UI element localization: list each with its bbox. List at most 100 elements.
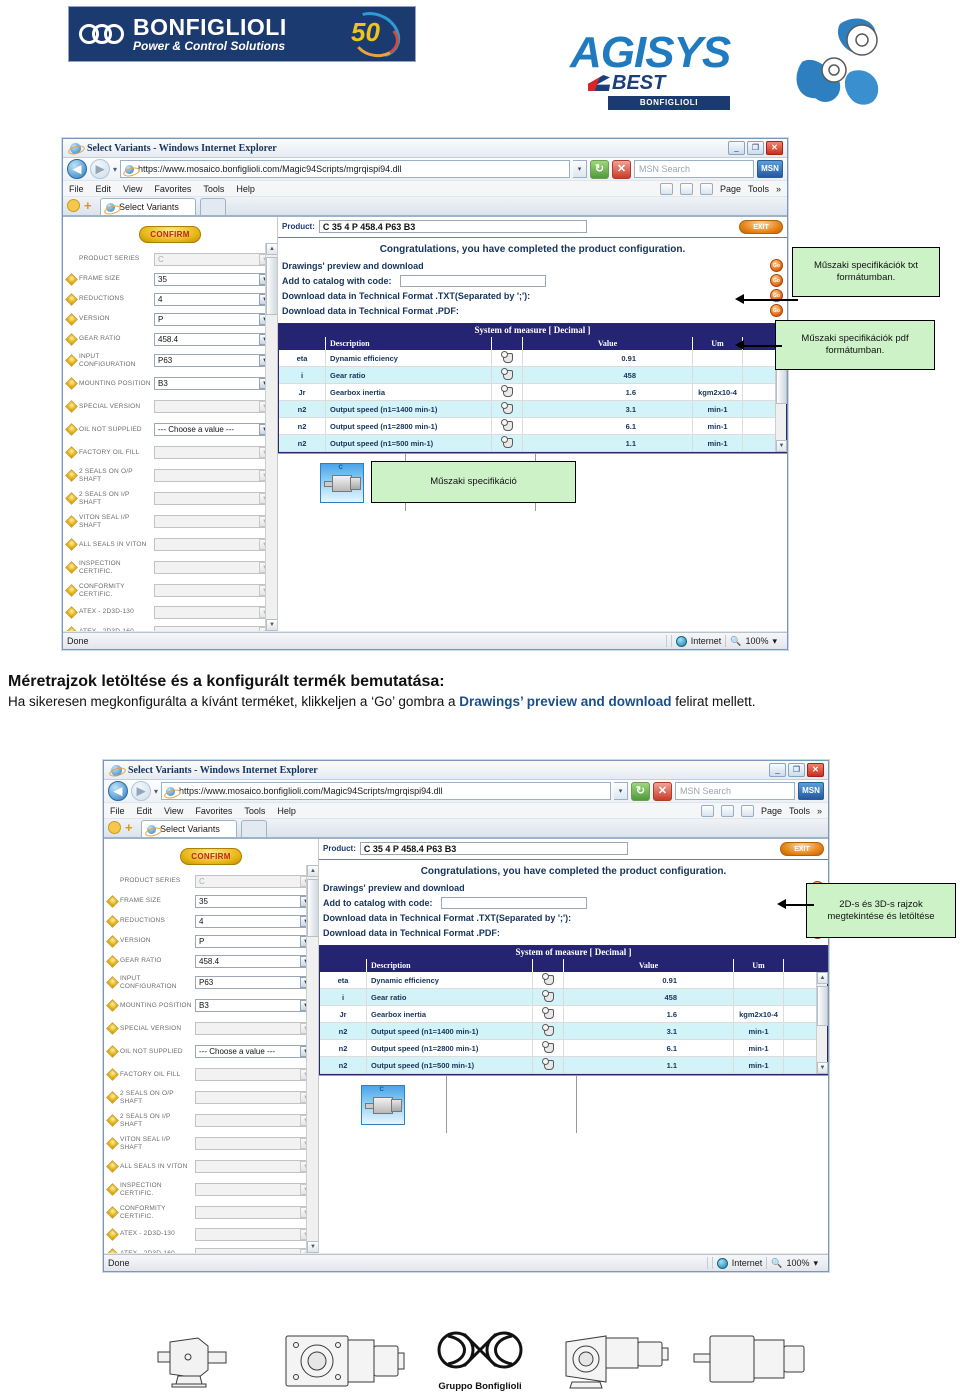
config-select-viton-seal-ip[interactable]: ▼	[154, 515, 273, 528]
config-select-reductions[interactable]: 4 ▼	[195, 914, 314, 928]
scroll-up-icon[interactable]: ▲	[266, 243, 277, 255]
zoom-dropdown-icon[interactable]: ▾	[813, 1258, 818, 1269]
menu-item-file[interactable]: File	[69, 184, 84, 194]
feeds-icon[interactable]	[720, 804, 734, 817]
confirm-button[interactable]: CONFIRM	[180, 848, 242, 865]
config-select-reductions[interactable]: 4 ▼	[154, 292, 273, 306]
menu-item-view[interactable]: View	[164, 806, 183, 816]
config-select-special-version[interactable]: ▼	[195, 1022, 314, 1035]
minimize-button[interactable]: _	[728, 141, 745, 155]
address-bar[interactable]: https://www.mosaico.bonfiglioli.com/Magi…	[120, 160, 570, 178]
cell-icon[interactable]	[533, 989, 564, 1005]
config-select-2-seals-op[interactable]: ▼	[195, 1091, 314, 1104]
product-code-field[interactable]: C 35 4 P 458.4 P63 B3	[318, 220, 587, 233]
maximize-button[interactable]: ❐	[747, 141, 764, 155]
menu-item-edit[interactable]: Edit	[96, 184, 112, 194]
menu-item-file[interactable]: File	[110, 806, 125, 816]
config-select-factory-oil-fill[interactable]: ▼	[154, 446, 273, 459]
msn-search-button[interactable]: MSN	[757, 160, 783, 178]
scroll-up-icon[interactable]: ▲	[307, 865, 318, 877]
config-select-2-seals-ip[interactable]: ▼	[195, 1114, 314, 1127]
config-select-atex-2d3d-130[interactable]: ▼	[195, 1227, 314, 1241]
window-controls[interactable]: _ ❐ ✕	[728, 141, 785, 155]
config-select-2-seals-ip[interactable]: ▼	[154, 492, 273, 505]
favorites-star-icon[interactable]	[108, 821, 121, 834]
address-dropdown-icon[interactable]: ▾	[614, 782, 628, 800]
home-icon[interactable]	[659, 182, 673, 195]
config-select-frame-size[interactable]: 35 ▼	[195, 894, 314, 908]
menu-item-page[interactable]: Page	[720, 184, 741, 194]
forward-button[interactable]: ▶	[131, 781, 151, 801]
config-select-special-version[interactable]: ▼	[154, 400, 273, 413]
scroll-down-icon[interactable]: ▼	[266, 619, 277, 631]
back-button[interactable]: ◀	[108, 781, 128, 801]
add-favorite-icon[interactable]: +	[125, 821, 137, 834]
cell-icon[interactable]	[492, 367, 523, 383]
forward-button[interactable]: ▶	[90, 159, 110, 179]
cell-icon[interactable]	[492, 418, 523, 434]
config-select-gear-ratio[interactable]: 458.4 ▼	[195, 954, 314, 968]
thumbnail-cell[interactable]: C	[319, 1076, 447, 1133]
search-input[interactable]: MSN Search	[675, 782, 795, 800]
menu-item-view[interactable]: View	[123, 184, 142, 194]
table-scrollbar[interactable]: ▲ ▼	[816, 972, 828, 1074]
config-panel-scrollbar[interactable]: ▲ ▼	[265, 243, 277, 631]
catalog-code-input[interactable]	[399, 274, 546, 287]
scroll-down-icon[interactable]: ▼	[307, 1241, 318, 1253]
new-tab-button[interactable]	[240, 820, 267, 837]
refresh-button[interactable]: ↻	[590, 159, 609, 179]
address-bar[interactable]: https://www.mosaico.bonfiglioli.com/Magi…	[161, 782, 611, 800]
home-icon[interactable]	[700, 804, 714, 817]
add-favorite-icon[interactable]: +	[84, 199, 96, 212]
cell-icon[interactable]	[533, 1023, 564, 1039]
exit-button[interactable]: EXIT	[780, 841, 824, 856]
config-select-version[interactable]: P ▼	[195, 934, 314, 948]
gearbox-thumbnail-icon[interactable]: C	[319, 462, 364, 503]
history-dropdown-icon[interactable]: ▾	[113, 165, 117, 174]
config-select-gear-ratio[interactable]: 458.4 ▼	[154, 332, 273, 346]
config-select-conformity-certific[interactable]: ▼	[195, 1206, 314, 1219]
cell-icon[interactable]	[492, 384, 523, 400]
scroll-thumb[interactable]	[266, 257, 277, 315]
cell-icon[interactable]	[492, 350, 523, 366]
menu-item-tools[interactable]: Tools	[244, 806, 265, 816]
config-select-atex-2d3d-130[interactable]: ▼	[154, 605, 273, 619]
feeds-icon[interactable]	[679, 182, 693, 195]
go-button-pdf[interactable]: Go	[770, 304, 783, 317]
config-select-all-seals-viton[interactable]: ▼	[154, 538, 273, 551]
config-select-oil-not-supplied[interactable]: --- Choose a value --- ▼	[195, 1045, 314, 1058]
config-select-frame-size[interactable]: 35 ▼	[154, 272, 273, 286]
cell-icon[interactable]	[533, 1040, 564, 1056]
close-button[interactable]: ✕	[766, 141, 783, 155]
menu-item-favorites[interactable]: Favorites	[154, 184, 191, 194]
menu-item-tools-right[interactable]: Tools	[789, 806, 810, 816]
zoom-level[interactable]: 100%	[786, 1258, 809, 1268]
zoom-icon[interactable]: 🔍	[730, 636, 741, 647]
cell-icon[interactable]	[533, 972, 564, 988]
catalog-code-input[interactable]	[440, 896, 587, 909]
minimize-button[interactable]: _	[769, 763, 786, 777]
config-select-2-seals-op[interactable]: ▼	[154, 469, 273, 482]
tab-select-variants[interactable]: Select Variants	[100, 198, 196, 215]
config-select-viton-seal-ip[interactable]: ▼	[195, 1137, 314, 1150]
scroll-thumb[interactable]	[817, 986, 828, 1026]
menu-item-edit[interactable]: Edit	[137, 806, 153, 816]
config-select-atex-2d3d-160[interactable]: ▼	[154, 625, 273, 631]
config-select-version[interactable]: P ▼	[154, 312, 273, 326]
menu-item-tools-right[interactable]: Tools	[748, 184, 769, 194]
zoom-icon[interactable]: 🔍	[771, 1258, 782, 1269]
config-select-conformity-certific[interactable]: ▼	[154, 584, 273, 597]
menu-item-page[interactable]: Page	[761, 806, 782, 816]
overflow-chevron-icon[interactable]: »	[817, 806, 822, 816]
menu-item-help[interactable]: Help	[236, 184, 255, 194]
stop-button[interactable]: ✕	[612, 159, 631, 179]
gearbox-thumbnail-icon[interactable]: C	[360, 1084, 405, 1125]
config-select-mounting-position[interactable]: B3 ▼	[154, 377, 273, 390]
msn-search-button[interactable]: MSN	[798, 782, 824, 800]
cell-icon[interactable]	[533, 1057, 564, 1073]
cell-icon[interactable]	[533, 1006, 564, 1022]
config-select-inspection-certific[interactable]: ▼	[195, 1183, 314, 1196]
scroll-up-icon[interactable]: ▲	[817, 972, 828, 984]
config-select-inspection-certific[interactable]: ▼	[154, 561, 273, 574]
confirm-button[interactable]: CONFIRM	[139, 226, 201, 243]
